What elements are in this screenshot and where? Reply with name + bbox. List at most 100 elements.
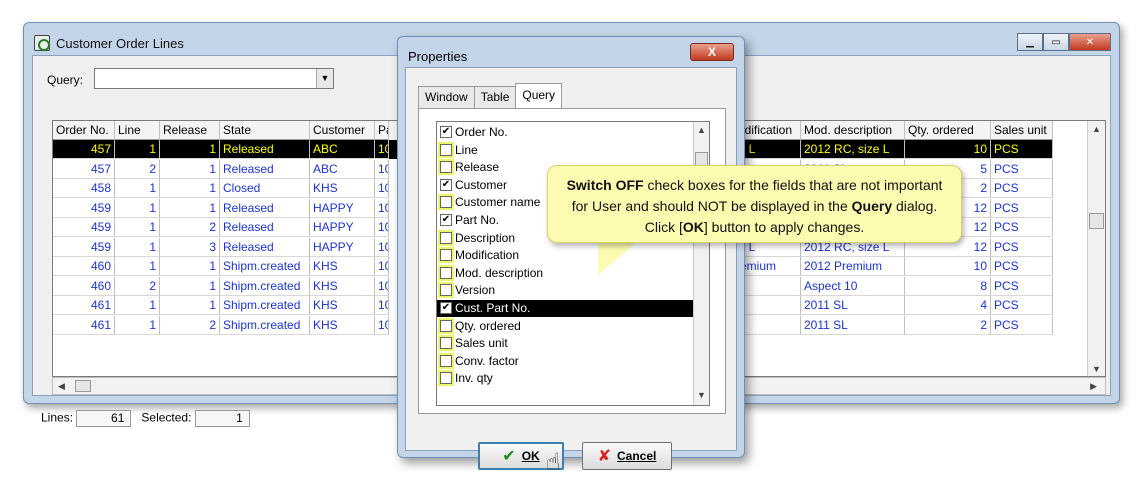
field-option-label: Release (455, 160, 500, 175)
field-option[interactable]: Modification (437, 247, 695, 264)
tab-query[interactable]: Query (515, 83, 563, 108)
grid-cell: ABC (310, 159, 375, 179)
column-header[interactable]: State (220, 121, 310, 140)
column-header[interactable]: Qty. ordered (905, 121, 991, 140)
grid-cell: 1 (115, 140, 160, 159)
query-label: Query: (47, 73, 84, 87)
instruction-callout: Switch OFF check boxes for the fields th… (547, 165, 962, 243)
field-option[interactable]: Inv. qty (437, 370, 695, 387)
checkbox-checked[interactable]: ✔ (440, 302, 452, 314)
scroll-up-icon[interactable]: ▲ (697, 125, 706, 135)
grid-cell: 100 (375, 315, 389, 335)
scroll-right-icon[interactable]: ▶ (1090, 381, 1097, 392)
field-option-label: Modification (455, 248, 520, 263)
grid-cell: HAPPY (310, 218, 375, 237)
app-icon (34, 35, 50, 51)
grid-cell: 100 (375, 179, 389, 198)
column-header[interactable]: Release (160, 121, 220, 140)
field-option[interactable]: Sales unit (437, 335, 695, 352)
field-option[interactable]: Mod. description (437, 265, 695, 282)
checkbox-checked[interactable]: ✔ (440, 214, 452, 226)
tab-window[interactable]: Window (418, 86, 475, 108)
grid-cell: Shipm.created (220, 296, 310, 315)
callout-emphasis-switch-off: Switch OFF (566, 177, 644, 193)
grid-cell: 8 (905, 276, 991, 296)
field-option[interactable]: Version (437, 282, 695, 299)
column-header[interactable]: Order No. (53, 121, 115, 140)
dialog-close-button[interactable]: X (690, 43, 734, 61)
grid-cell: 100 (375, 140, 389, 159)
checkbox-unchecked[interactable] (440, 337, 452, 350)
grid-cell: 3 (160, 237, 220, 257)
field-option[interactable]: Conv. factor (437, 353, 695, 370)
checkbox-unchecked[interactable] (440, 354, 452, 367)
field-option-label: Customer name (455, 195, 541, 210)
query-combo[interactable]: ▼ (94, 68, 334, 89)
grid-cell: 100 (375, 218, 389, 237)
x-icon: ✘ (597, 448, 612, 465)
tab-table[interactable]: Table (473, 86, 517, 108)
field-option-label: Qty. ordered (455, 318, 521, 333)
field-option[interactable]: ✔ Order No. (437, 124, 695, 141)
cancel-button[interactable]: ✘ Cancel (582, 442, 672, 470)
scroll-left-icon[interactable]: ◀ (58, 381, 65, 392)
checkbox-unchecked[interactable] (440, 266, 452, 279)
field-option-label: Cust. Part No. (455, 301, 531, 315)
checkbox-checked[interactable]: ✔ (440, 178, 452, 191)
checkbox-unchecked[interactable] (440, 161, 452, 174)
grid-cell: 2 (115, 276, 160, 296)
column-header[interactable]: Customer (310, 121, 375, 140)
grid-cell: 1 (160, 276, 220, 296)
selected-count: 1 (194, 410, 250, 427)
lines-label: Lines: (41, 410, 74, 425)
field-option[interactable]: ✔ Cust. Part No. (437, 300, 695, 317)
field-checklist[interactable]: ✔ Order No. Line Release ✔ Customer Customer n… (436, 121, 710, 406)
grid-cell: PCS (991, 198, 1053, 218)
checkbox-unchecked[interactable] (440, 284, 452, 297)
grid-cell: 100 (375, 198, 389, 218)
field-option-label: Order No. (455, 125, 508, 139)
scroll-down-icon[interactable]: ▼ (1092, 364, 1101, 374)
grid-cell: 1 (115, 257, 160, 276)
field-option[interactable]: Line (437, 142, 695, 159)
window-title: Customer Order Lines (56, 36, 184, 51)
scroll-down-icon[interactable]: ▼ (697, 390, 706, 400)
callout-emphasis-ok: OK (682, 219, 704, 235)
grid-cell: 4 (905, 296, 991, 315)
maximize-button[interactable]: ▭ (1043, 33, 1069, 51)
grid-cell: ABC (310, 140, 375, 159)
grid-cell: 1 (115, 237, 160, 257)
checkbox-unchecked[interactable] (440, 372, 452, 385)
grid-cell: 457 (53, 140, 115, 159)
field-option-label: Inv. qty (455, 371, 493, 386)
scroll-up-icon[interactable]: ▲ (1092, 124, 1101, 134)
grid-cell: KHS (310, 276, 375, 296)
checkbox-unchecked[interactable] (440, 319, 452, 332)
checkbox-unchecked[interactable] (440, 143, 452, 156)
scroll-thumb[interactable] (75, 380, 91, 392)
checkbox-unchecked[interactable] (440, 249, 452, 262)
grid-vertical-scrollbar[interactable]: ▲ ▼ (1087, 121, 1105, 376)
checkbox-unchecked[interactable] (440, 231, 452, 244)
grid-cell: PCS (991, 159, 1053, 179)
checkbox-checked[interactable]: ✔ (440, 126, 452, 138)
callout-text-3: ] button to apply changes. (703, 219, 865, 235)
minimize-button[interactable]: ▁ (1017, 33, 1043, 51)
column-header[interactable]: Line (115, 121, 160, 140)
ok-label: OK (521, 449, 540, 463)
grid-cell: PCS (991, 140, 1053, 159)
properties-dialog: Properties X Window Table Query ✔ Order N… (397, 36, 745, 476)
field-option[interactable]: Qty. ordered (437, 318, 695, 335)
grid-cell: 461 (53, 315, 115, 335)
field-option-label: Line (455, 142, 478, 157)
grid-cell: 457 (53, 159, 115, 179)
grid-cell: 2 (115, 159, 160, 179)
checkbox-unchecked[interactable] (440, 196, 452, 209)
column-header[interactable]: Sales unit (991, 121, 1053, 140)
column-header[interactable]: Par (375, 121, 389, 140)
grid-cell: 2 (160, 218, 220, 237)
chevron-down-icon[interactable]: ▼ (316, 69, 333, 88)
scroll-thumb[interactable] (1089, 213, 1104, 229)
close-button[interactable]: ✕ (1069, 33, 1111, 51)
column-header[interactable]: Mod. description (801, 121, 905, 140)
